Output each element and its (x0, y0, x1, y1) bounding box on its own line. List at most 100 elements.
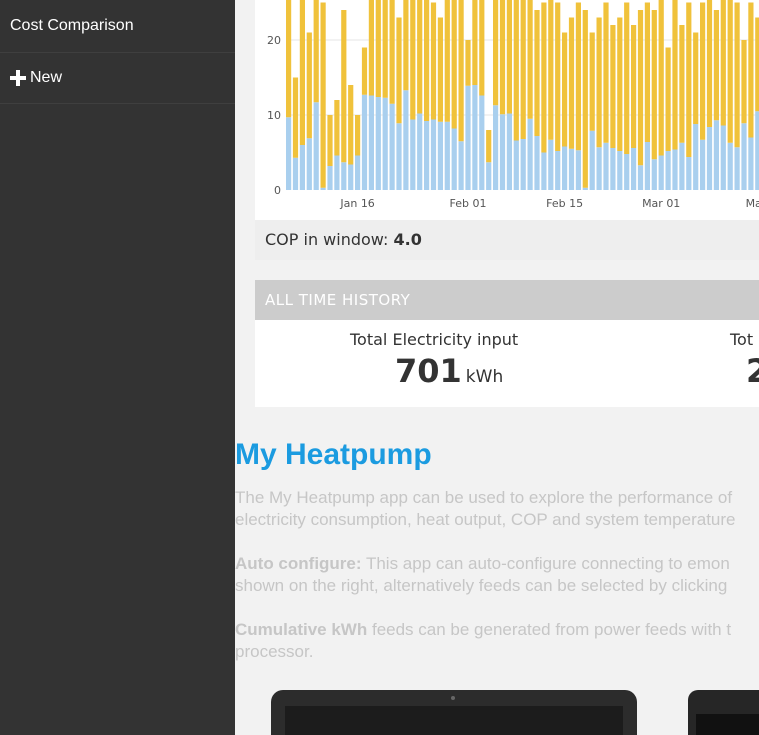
bar-segment (520, 0, 526, 139)
bar-segment (286, 117, 292, 190)
cumulative-line-2: processor. (235, 642, 314, 661)
bar-segment (361, 94, 368, 190)
intro-paragraph: The My Heatpump app can be used to explo… (235, 487, 759, 531)
bar-segment (458, 0, 464, 142)
bar-segment (355, 115, 361, 156)
sidebar-item-cost-comparison[interactable]: Cost Comparison (0, 0, 235, 53)
bar-segment (389, 0, 395, 104)
bar-segment (610, 148, 616, 190)
bar-segment (341, 10, 347, 163)
bar-segment (748, 137, 754, 190)
bar-segment (672, 149, 678, 190)
laptop-screenshot-image (271, 690, 637, 735)
phone-screenshot-image (688, 690, 759, 735)
bar-segment (734, 147, 740, 190)
bar-segment (417, 0, 423, 114)
plus-icon (10, 70, 26, 86)
bar-segment (755, 111, 759, 190)
bar-segment (610, 25, 616, 148)
bar-segment (506, 0, 512, 114)
bar-segment (292, 77, 299, 158)
bar-segment (327, 115, 333, 166)
bar-segment (479, 95, 485, 190)
x-tick-label: Mar 16 (746, 197, 759, 210)
heat-label: Tot (730, 330, 754, 349)
bar-segment (410, 0, 416, 120)
bar-segment (686, 157, 692, 190)
bar-segment (582, 10, 588, 188)
bar-segment (693, 124, 699, 190)
daily-energy-chart[interactable]: 0 10 20 Jan 16 Feb 01 Feb 15 Mar 01 Mar 16 (255, 0, 759, 220)
cop-value: 4.0 (393, 230, 422, 249)
bar-segment (403, 90, 409, 190)
bar-segment (562, 146, 568, 190)
sidebar-item-new[interactable]: New (0, 53, 235, 104)
bar-segment (430, 119, 437, 190)
bar-segment (451, 128, 457, 190)
bar-segment (465, 85, 471, 190)
bar-segment (499, 0, 506, 115)
sidebar-item-label: New (30, 69, 63, 86)
bar-segment (548, 0, 554, 140)
all-time-history-header: ALL TIME HISTORY (255, 280, 759, 320)
bar-segment (679, 142, 685, 190)
bar-segment (437, 17, 443, 122)
bar-segment (575, 2, 581, 151)
bar-segment (672, 0, 678, 150)
bar-segment (341, 162, 347, 190)
bar-segment (603, 142, 609, 190)
bar-segment (541, 2, 547, 153)
bar-segment (286, 0, 292, 118)
bar-segment (368, 95, 374, 190)
bar-segment (444, 121, 450, 190)
bar-segment (299, 145, 305, 190)
cop-readout: COP in window: 4.0 (255, 220, 759, 260)
bar-segment (589, 130, 595, 190)
bar-segment (327, 166, 333, 190)
bar-segment (637, 10, 644, 166)
chart-panel: 0 10 20 Jan 16 Feb 01 Feb 15 Mar 01 Mar 16 (255, 0, 759, 220)
bar-segment (548, 139, 554, 190)
bar-segment (658, 0, 664, 156)
bar-segment (306, 32, 312, 139)
bar-segment (575, 150, 581, 190)
bar-segment (292, 157, 299, 190)
y-tick-label: 0 (274, 184, 281, 197)
cumulative-text: feeds can be generated from power feeds … (367, 620, 732, 639)
bar-segment (555, 2, 561, 151)
bar-segment (493, 105, 499, 190)
bar-segment (644, 142, 650, 190)
bar-segment (320, 187, 326, 190)
bar-segment (679, 25, 685, 143)
x-tick-label: Feb 01 (450, 197, 487, 210)
bar-segment (665, 47, 671, 151)
bar-segment (355, 155, 361, 190)
electricity-label: Total Electricity input (350, 330, 519, 349)
y-tick-label: 10 (267, 109, 281, 122)
bar-segment (458, 141, 464, 190)
bar-segment (693, 32, 699, 124)
bar-segment (513, 140, 519, 190)
bar-segment (568, 17, 575, 149)
bar-segment (472, 85, 478, 190)
bar-segment (396, 17, 402, 124)
bar-segment (389, 103, 395, 190)
bar-segment (493, 0, 499, 106)
bar-segment (741, 40, 747, 124)
bar-segment (603, 2, 609, 143)
bar-segment (382, 97, 388, 190)
bar-segment (437, 121, 443, 190)
y-tick-label: 20 (267, 34, 281, 47)
bar-segment (596, 147, 602, 190)
auto-configure-paragraph: Auto configure: This app can auto-config… (235, 553, 759, 597)
bar-segment (562, 32, 568, 147)
bar-segment (382, 0, 388, 98)
main-content: 0 10 20 Jan 16 Feb 01 Feb 15 Mar 01 Mar 16 COP … (235, 0, 759, 735)
bar-segment (644, 2, 650, 142)
bar-segment (720, 125, 726, 190)
bar-segment (417, 113, 423, 190)
bar-segment (624, 2, 630, 154)
bar-segment (555, 151, 561, 190)
bar-segment (513, 0, 519, 141)
bar-segment (734, 2, 740, 148)
